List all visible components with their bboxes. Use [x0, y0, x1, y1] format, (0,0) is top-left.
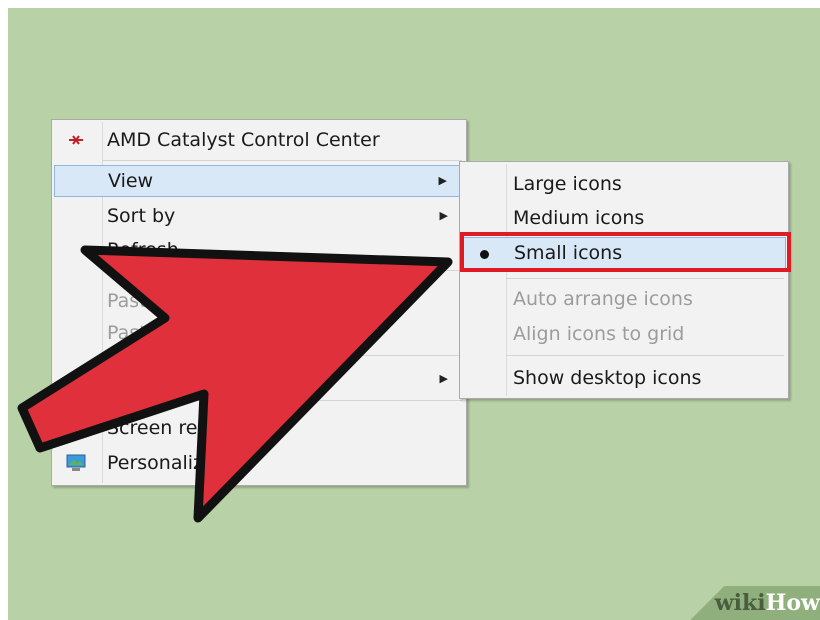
menu-separator [506, 355, 784, 356]
menu-item-label: Personalize [107, 452, 215, 474]
menu-item-label: Refresh [107, 239, 179, 261]
menu-item-paste-shortcut[interactable]: Paste shortcut [54, 317, 464, 349]
highlight-box [460, 232, 791, 272]
menu-item-label: Screen resolution [107, 417, 273, 439]
menu-item-label: Large icons [513, 173, 622, 195]
menu-item-screen-resolution[interactable]: Screen resolution [54, 412, 464, 444]
menu-item-view[interactable]: View ▶ [54, 165, 464, 197]
menu-separator [102, 400, 462, 401]
menu-item-label: Paste shortcut [107, 322, 244, 344]
menu-item-label: Sort by [107, 205, 176, 227]
menu-item-label: Align icons to grid [513, 323, 685, 345]
submenu-arrow-icon: ▶ [439, 372, 448, 385]
menu-separator [506, 278, 784, 279]
menu-item-label: AMD Catalyst Control Center [107, 129, 380, 151]
submenu-item-auto-arrange[interactable]: Auto arrange icons [462, 283, 786, 315]
menu-separator [102, 160, 462, 161]
menu-item-label: Auto arrange icons [513, 288, 693, 310]
submenu-arrow-icon: ▶ [439, 209, 448, 222]
wikihow-watermark: wikiHow [666, 586, 820, 620]
submenu-item-large-icons[interactable]: Large icons [462, 168, 786, 200]
submenu-arrow-icon: ▶ [438, 174, 447, 187]
submenu-item-show-desktop-icons[interactable]: Show desktop icons [462, 362, 786, 394]
menu-item-label: View [108, 170, 154, 192]
menu-item-label: Paste [107, 290, 159, 312]
monitor-icon [66, 419, 86, 436]
menu-item-label: New [107, 368, 149, 390]
menu-item-label: Show desktop icons [513, 367, 702, 389]
menu-item-refresh[interactable]: Refresh [54, 234, 464, 266]
menu-item-amd-catalyst[interactable]: AMD Catalyst Control Center [54, 124, 464, 156]
menu-item-personalize[interactable]: Personalize [54, 447, 464, 479]
menu-item-paste[interactable]: Paste [54, 285, 464, 317]
menu-item-label: Medium icons [513, 207, 645, 229]
personalize-icon [66, 454, 86, 471]
submenu-item-medium-icons[interactable]: Medium icons [462, 202, 786, 234]
menu-item-sort-by[interactable]: Sort by ▶ [54, 200, 464, 232]
view-submenu: Large icons Medium icons Small icons Aut… [459, 161, 789, 399]
amd-icon [69, 135, 83, 145]
menu-separator [102, 270, 462, 271]
menu-item-new[interactable]: New ▶ [54, 363, 464, 395]
submenu-item-align-to-grid[interactable]: Align icons to grid [462, 318, 786, 350]
desktop-context-menu: AMD Catalyst Control Center View ▶ Sort … [51, 119, 467, 486]
menu-separator [102, 355, 462, 356]
